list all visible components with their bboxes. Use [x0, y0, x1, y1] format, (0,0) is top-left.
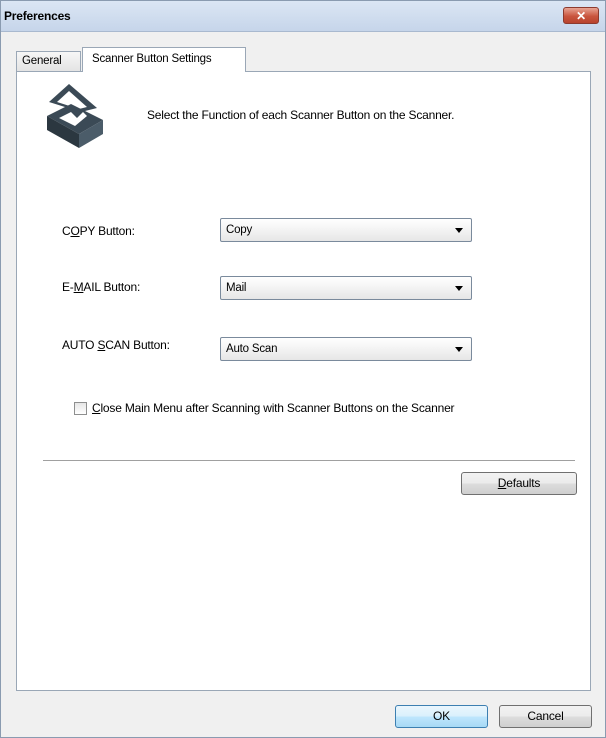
- preferences-window: Preferences ✕ General Scanner Button Set…: [0, 0, 606, 738]
- separator: [43, 460, 575, 461]
- ok-button[interactable]: OK: [395, 705, 488, 728]
- dropdown-arrow-icon: [455, 228, 463, 233]
- close-main-menu-checkbox[interactable]: [74, 402, 87, 415]
- cancel-button[interactable]: Cancel: [499, 705, 592, 728]
- dropdown-arrow-icon: [455, 347, 463, 352]
- close-icon: ✕: [576, 9, 586, 23]
- tab-scanner-button-settings-label: Scanner Button Settings: [92, 53, 212, 65]
- intro-text: Select the Function of each Scanner Butt…: [147, 108, 455, 122]
- scanner-button-settings-panel: Select the Function of each Scanner Butt…: [16, 71, 591, 691]
- email-button-label: E-MAIL Button:: [62, 280, 141, 294]
- title-bar[interactable]: Preferences ✕: [1, 1, 605, 32]
- copy-button-value: Copy: [226, 224, 253, 236]
- autoscan-button-value: Auto Scan: [226, 343, 278, 355]
- tab-scanner-button-settings[interactable]: Scanner Button Settings: [82, 47, 246, 72]
- defaults-button[interactable]: Defaults: [461, 472, 577, 495]
- email-button-select[interactable]: Mail: [220, 276, 472, 300]
- autoscan-button-select[interactable]: Auto Scan: [220, 337, 472, 361]
- close-main-menu-label[interactable]: Close Main Menu after Scanning with Scan…: [92, 401, 455, 415]
- email-button-value: Mail: [226, 282, 247, 294]
- tab-general-label: General: [22, 55, 62, 67]
- dropdown-arrow-icon: [455, 286, 463, 291]
- scanner-icon: [47, 84, 103, 148]
- copy-button-label: COPY Button:: [62, 224, 135, 238]
- tab-general[interactable]: General: [16, 51, 81, 71]
- close-button[interactable]: ✕: [563, 7, 599, 24]
- window-title: Preferences: [4, 9, 71, 23]
- autoscan-button-label: AUTO SCAN Button:: [62, 338, 170, 352]
- copy-button-select[interactable]: Copy: [220, 218, 472, 242]
